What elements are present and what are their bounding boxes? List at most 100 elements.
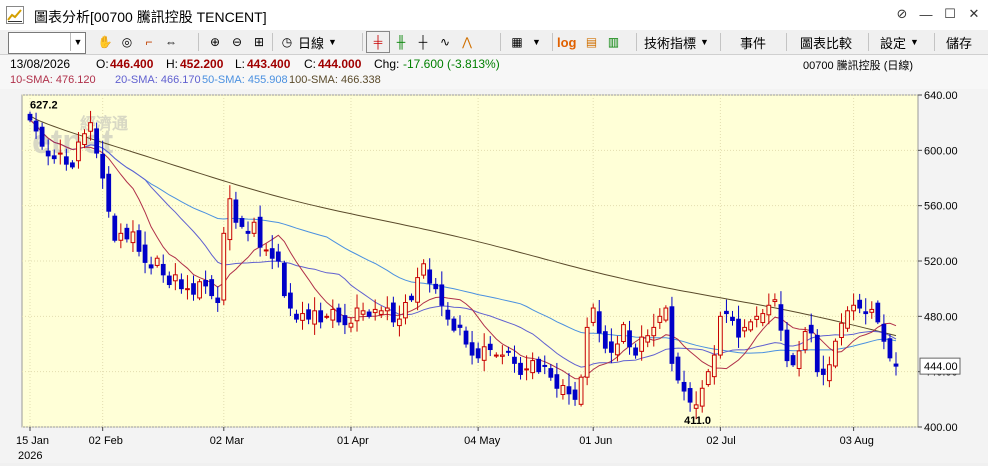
- candle-body[interactable]: [70, 162, 75, 168]
- stock-code-combo[interactable]: ▼: [8, 32, 86, 54]
- candle-body[interactable]: [51, 155, 57, 160]
- overlay-icon[interactable]: ▤: [581, 32, 603, 52]
- line-chart-icon[interactable]: ∿: [434, 32, 456, 52]
- candle-body[interactable]: [118, 232, 124, 241]
- candle-body[interactable]: [427, 269, 433, 284]
- candle-body[interactable]: [330, 308, 336, 321]
- indicators-menu[interactable]: 技術指標 ▼: [644, 32, 709, 52]
- maximize-icon[interactable]: ☐: [942, 6, 958, 22]
- candle-body[interactable]: [403, 302, 408, 319]
- candle-body[interactable]: [39, 126, 45, 147]
- candle-body[interactable]: [639, 336, 645, 352]
- candle-body[interactable]: [548, 368, 554, 378]
- settings-menu[interactable]: 設定 ▼: [880, 32, 919, 52]
- grid-dropdown[interactable]: ▦ ▼: [506, 32, 541, 52]
- candle-body[interactable]: [33, 120, 39, 132]
- candle-body[interactable]: [251, 221, 257, 234]
- candle-body[interactable]: [596, 311, 602, 334]
- candle-body[interactable]: [705, 371, 711, 386]
- area-chart-icon[interactable]: ⋀: [456, 32, 478, 52]
- candle-body[interactable]: [221, 232, 227, 301]
- candle-body[interactable]: [112, 215, 118, 241]
- candle-body[interactable]: [881, 323, 887, 342]
- candle-body[interactable]: [820, 368, 826, 375]
- candle-body[interactable]: [360, 310, 366, 315]
- candle-body[interactable]: [342, 315, 348, 326]
- candle-body[interactable]: [269, 248, 275, 259]
- zoom-fit-icon[interactable]: ⊞: [248, 32, 270, 52]
- candle-body[interactable]: [160, 263, 166, 276]
- candle-body[interactable]: [645, 335, 651, 343]
- candle-body[interactable]: [288, 292, 293, 309]
- candle-body[interactable]: [415, 277, 420, 303]
- candle-body[interactable]: [518, 362, 523, 375]
- candle-body[interactable]: [796, 350, 802, 369]
- candle-body[interactable]: [457, 324, 463, 328]
- chart-area[interactable]: 640.00600.00560.00520.00480.00440.00400.…: [0, 89, 988, 463]
- candle-body[interactable]: [760, 313, 766, 324]
- candle-body[interactable]: [839, 322, 844, 338]
- candle-body[interactable]: [875, 302, 881, 323]
- candle-body[interactable]: [215, 297, 221, 304]
- candle-body[interactable]: [197, 281, 202, 299]
- candle-body[interactable]: [893, 363, 899, 367]
- candle-body[interactable]: [590, 307, 596, 323]
- candle-body[interactable]: [433, 283, 439, 290]
- attach-icon[interactable]: ⊘: [894, 6, 910, 22]
- candle-body[interactable]: [106, 173, 112, 212]
- candle-body[interactable]: [124, 227, 130, 240]
- candle-body[interactable]: [869, 308, 875, 313]
- candle-body[interactable]: [166, 275, 172, 286]
- candle-body[interactable]: [560, 385, 566, 395]
- candle-body[interactable]: [790, 355, 796, 366]
- candle-body[interactable]: [475, 348, 481, 359]
- candle-body[interactable]: [142, 244, 148, 263]
- compare-button[interactable]: 圖表比較: [800, 32, 852, 52]
- candle-body[interactable]: [736, 318, 741, 338]
- candle-body[interactable]: [172, 274, 178, 282]
- candle-body[interactable]: [294, 313, 299, 320]
- candle-body[interactable]: [754, 315, 760, 320]
- candle-body[interactable]: [306, 309, 311, 320]
- candle-body[interactable]: [730, 316, 735, 321]
- candle-body[interactable]: [778, 304, 784, 331]
- binoculars-icon[interactable]: ◎: [116, 32, 138, 52]
- period-dropdown[interactable]: ◷ 日線 ▼: [276, 32, 337, 52]
- candle-body[interactable]: [857, 299, 863, 309]
- candle-body[interactable]: [191, 283, 196, 295]
- candle-body[interactable]: [633, 347, 638, 356]
- candle-body[interactable]: [663, 307, 669, 321]
- candle-body[interactable]: [82, 133, 87, 146]
- candle-body[interactable]: [802, 331, 808, 351]
- zoom-in-icon[interactable]: ⊕: [204, 32, 226, 52]
- candle-body[interactable]: [384, 307, 390, 312]
- candle-body[interactable]: [300, 313, 305, 321]
- candle-body[interactable]: [554, 374, 560, 389]
- candle-body[interactable]: [469, 342, 475, 356]
- candle-body[interactable]: [439, 284, 445, 306]
- candle-body[interactable]: [669, 306, 675, 364]
- candle-body[interactable]: [487, 343, 493, 351]
- candle-body[interactable]: [451, 318, 457, 331]
- minimize-icon[interactable]: —: [918, 6, 934, 22]
- candle-body[interactable]: [463, 330, 469, 345]
- candle-body[interactable]: [336, 307, 342, 323]
- candle-body[interactable]: [154, 257, 160, 266]
- candlestick-chart[interactable]: 640.00600.00560.00520.00480.00440.00400.…: [0, 89, 988, 463]
- candle-body[interactable]: [88, 122, 93, 132]
- candle-body[interactable]: [699, 387, 705, 407]
- ohlc-bar-icon[interactable]: ┼: [412, 32, 434, 52]
- candle-body[interactable]: [584, 326, 590, 378]
- candle-body[interactable]: [566, 386, 572, 395]
- candle-body[interactable]: [390, 302, 396, 323]
- candle-body[interactable]: [711, 354, 717, 378]
- candle-body[interactable]: [742, 326, 747, 332]
- candle-body[interactable]: [348, 322, 354, 328]
- events-button[interactable]: 事件: [740, 32, 766, 52]
- close-icon[interactable]: ✕: [966, 6, 982, 22]
- candle-body[interactable]: [578, 376, 584, 405]
- candle-body[interactable]: [748, 321, 754, 331]
- candle-body[interactable]: [397, 318, 402, 327]
- candle-body[interactable]: [94, 128, 99, 154]
- candle-body[interactable]: [312, 310, 318, 325]
